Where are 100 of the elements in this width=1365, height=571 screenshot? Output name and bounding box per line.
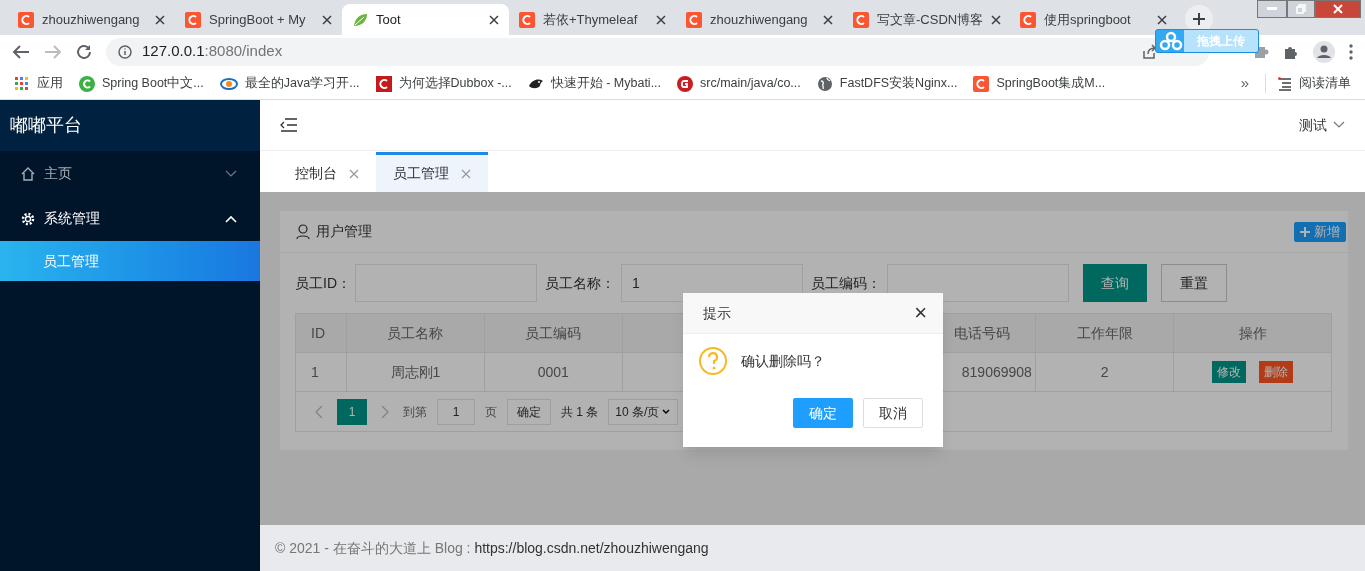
tab-title: 若依+Thymeleaf bbox=[543, 10, 639, 29]
close-icon bbox=[1157, 14, 1167, 25]
browser-tab[interactable]: zhouzhiwengang bbox=[676, 4, 843, 35]
home-icon bbox=[20, 165, 36, 182]
globe-icon bbox=[816, 75, 833, 92]
browser-tab[interactable]: Toot bbox=[342, 4, 509, 35]
back-icon bbox=[12, 43, 30, 60]
c-logo-icon bbox=[686, 11, 702, 28]
c-logo-icon bbox=[79, 75, 95, 92]
forward-icon bbox=[44, 43, 62, 60]
tab-title: Toot bbox=[376, 10, 402, 29]
reload-icon bbox=[76, 43, 92, 60]
footer-link[interactable]: https://blog.csdn.net/zhouzhiwengang bbox=[474, 537, 709, 559]
bookmark[interactable]: FastDFS安装Nginx... bbox=[816, 74, 958, 93]
close-window-button[interactable] bbox=[1315, 0, 1361, 18]
table-cell-text: 周志刚1 bbox=[390, 362, 441, 382]
bookmark[interactable]: Spring Boot中文... bbox=[79, 74, 204, 93]
user-menu[interactable]: 测试 bbox=[1299, 114, 1345, 136]
g-logo-icon bbox=[677, 75, 694, 92]
c-logo-icon bbox=[1020, 11, 1036, 28]
minimize-button[interactable] bbox=[1257, 0, 1287, 18]
apps-icon bbox=[14, 75, 30, 92]
tab-title: 写文章-CSDN博客 bbox=[877, 10, 984, 29]
share-icon bbox=[1141, 43, 1157, 60]
dialog-title: 提示 bbox=[703, 303, 731, 323]
close-button[interactable]: × bbox=[914, 302, 927, 324]
page-tab[interactable]: 控制台 bbox=[278, 152, 376, 192]
browser-tab[interactable]: zhouzhiwengang bbox=[8, 4, 175, 35]
reset-button[interactable]: 重置 bbox=[1161, 264, 1227, 302]
minimize-icon bbox=[1267, 7, 1277, 11]
question-icon bbox=[698, 346, 728, 376]
user-icon bbox=[296, 223, 310, 240]
app-logo: 嘟嘟平台 bbox=[10, 114, 82, 137]
avatar-icon bbox=[1313, 40, 1335, 63]
column-header: 电话号码 bbox=[953, 323, 1010, 343]
c-logo-icon bbox=[973, 75, 990, 92]
card-title: 用户管理 bbox=[316, 222, 372, 241]
close-icon bbox=[322, 14, 332, 25]
menu-item[interactable]: 主页 bbox=[0, 151, 260, 196]
close-icon bbox=[461, 168, 471, 179]
bookmark[interactable]: 为何选择Dubbox -... bbox=[375, 74, 512, 93]
bookmark[interactable]: 最全的Java学习开... bbox=[219, 74, 360, 93]
tab-title: zhouzhiwengang bbox=[710, 10, 809, 29]
c-logo-icon bbox=[375, 75, 392, 92]
column-header: ID bbox=[311, 323, 325, 343]
close-icon bbox=[1333, 4, 1343, 14]
browser-tab[interactable]: SpringBoot + My bbox=[175, 4, 342, 35]
page-tab[interactable]: 员工管理 bbox=[376, 152, 488, 192]
cancel-button[interactable]: 取消 bbox=[863, 398, 923, 428]
tab-title: 使用springboot bbox=[1044, 10, 1132, 29]
dialog-message: 确认删除吗？ bbox=[741, 351, 825, 371]
bookmark[interactable]: src/main/java/co... bbox=[677, 74, 801, 93]
tab-title: SpringBoot + My bbox=[209, 10, 307, 29]
caret-icon bbox=[662, 408, 671, 415]
leaf-icon bbox=[352, 11, 368, 28]
tab-title: zhouzhiwengang bbox=[42, 10, 141, 29]
column-header: 员工名称 bbox=[387, 323, 444, 343]
column-header: 操作 bbox=[1238, 323, 1267, 343]
table-cell-text: 819069908 bbox=[961, 362, 1032, 382]
close-icon bbox=[349, 168, 359, 179]
close-icon bbox=[991, 14, 1002, 25]
page-size-select[interactable]: 10 条/页 bbox=[608, 398, 679, 425]
chevron-down-icon bbox=[1333, 121, 1345, 129]
info-icon bbox=[118, 44, 132, 59]
close-icon bbox=[656, 14, 666, 25]
plus-icon bbox=[1300, 226, 1310, 237]
menu-item[interactable]: 系统管理 bbox=[0, 196, 260, 241]
close-icon bbox=[823, 14, 833, 25]
go-button[interactable]: 确定 bbox=[507, 398, 551, 425]
column-header: 工作年限 bbox=[1076, 323, 1133, 343]
field-label: 员工编码： bbox=[811, 273, 882, 293]
page-label: 页 bbox=[485, 403, 497, 421]
field-label: 员工ID： bbox=[295, 273, 352, 293]
reading-list-button[interactable]: 阅读清单 bbox=[1265, 74, 1351, 93]
page-input[interactable]: 1 bbox=[437, 398, 475, 425]
browser-tab[interactable]: 若依+Thymeleaf bbox=[509, 4, 676, 35]
column-header: 员工编码 bbox=[525, 323, 582, 343]
gear-icon bbox=[20, 210, 36, 227]
plus-icon bbox=[1192, 12, 1206, 26]
table-cell-text: 2 bbox=[1100, 362, 1109, 382]
footer-text: © 2021 - 在奋斗的大道上 Blog : bbox=[275, 538, 472, 558]
bookmark[interactable]: 快速开始 - Mybati... bbox=[527, 74, 662, 93]
url-text: 127.0.0.1:8080/index bbox=[142, 41, 283, 62]
upload-label: 拖拽上传 bbox=[1184, 30, 1258, 52]
close-icon bbox=[155, 14, 165, 25]
bookmark[interactable]: 应用 bbox=[14, 74, 63, 93]
cloud-icon bbox=[1158, 30, 1184, 52]
browser-tab[interactable]: 写文章-CSDN博客 bbox=[843, 4, 1010, 35]
chevron-right-icon bbox=[381, 404, 389, 419]
total-count: 共 1 条 bbox=[561, 403, 599, 421]
more-bookmarks-button[interactable]: » bbox=[1240, 72, 1249, 95]
c-logo-icon bbox=[853, 11, 869, 28]
table-cell-text: 1 bbox=[311, 362, 319, 382]
c-logo-icon bbox=[18, 11, 34, 28]
swoosh-logo-icon bbox=[219, 75, 238, 92]
more-icon bbox=[1349, 43, 1353, 60]
maximize-button[interactable] bbox=[1287, 0, 1315, 18]
c-logo-icon bbox=[185, 11, 201, 28]
bookmark[interactable]: SpringBoot集成M... bbox=[973, 74, 1106, 93]
c-logo-icon bbox=[519, 11, 535, 28]
